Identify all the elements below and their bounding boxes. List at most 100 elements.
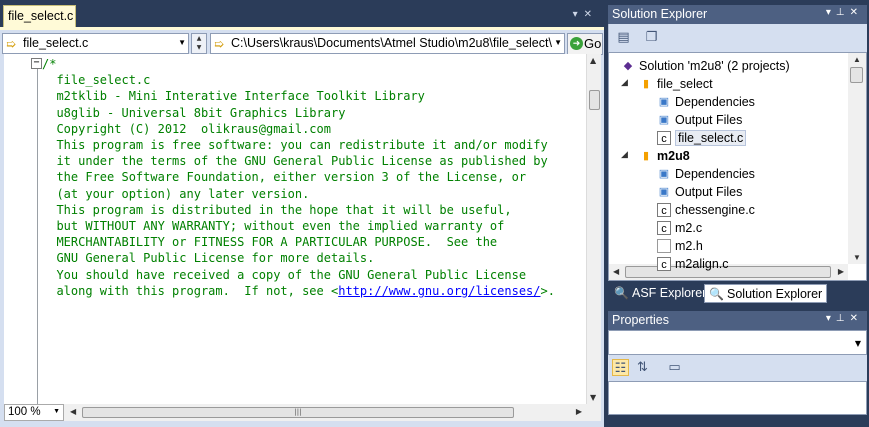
chevron-down-icon[interactable]: ▼	[178, 38, 186, 47]
zoom-value: 100 %	[8, 406, 41, 418]
path-combo-value: C:\Users\kraus\Documents\Atmel Studio\m2…	[231, 36, 552, 50]
properties-icon[interactable]: ❐	[643, 29, 660, 46]
pin-icon[interactable]: ⊥	[836, 313, 850, 324]
editor-horizontal-scrollbar[interactable]: ◀ ||| ▶	[66, 404, 586, 421]
code-content[interactable]: /* file_select.c m2tklib - Mini Interati…	[42, 56, 555, 299]
tab-dropdown-icon[interactable]: ▾	[573, 9, 584, 20]
tree-item-label: Dependencies	[675, 167, 755, 181]
tree-item[interactable]: ▣ Dependencies	[609, 165, 849, 183]
tree-item[interactable]: ◢ ▮ file_select	[609, 75, 849, 93]
navigation-bar: ➯ file_select.c ▼ ▲ ▼ ➯ C:\Users\kraus\D…	[2, 33, 603, 55]
alphabetical-sort-icon[interactable]: ⇅	[634, 359, 651, 376]
tree-item-label: m2.c	[675, 221, 703, 235]
properties-toolbar: ☷ ⇅ ▭	[608, 355, 867, 381]
scroll-thumb[interactable]	[850, 67, 863, 83]
chevron-down-icon[interactable]: ▼	[855, 339, 861, 348]
close-document-icon[interactable]: ✕	[584, 9, 598, 20]
pin-icon[interactable]: ⊥	[836, 7, 850, 18]
license-link[interactable]: http://www.gnu.org/licenses/	[338, 284, 540, 298]
tab-solution-explorer[interactable]: 🔍 Solution Explorer	[704, 284, 828, 303]
tab-label: ASF Explorer	[632, 286, 707, 300]
file-combo[interactable]: ➯ file_select.c ▼	[2, 33, 189, 54]
tree-item[interactable]: ◆ Solution 'm2u8' (2 projects)	[609, 57, 849, 75]
panel-tab-strip: 🔍 ASF Explorer 🔍 Solution Explorer	[608, 282, 867, 304]
chevron-down-icon[interactable]: ▼	[53, 408, 60, 415]
tree-item[interactable]: m2.h	[609, 237, 849, 255]
arrow-right-icon: ➯	[214, 37, 225, 51]
code-line: file_select.c	[42, 73, 151, 88]
editor-bottom-bar: 100 % ▼ ◀ ||| ▶	[4, 404, 601, 421]
code-editor-pane: file_select.c ▾✕ ➯ file_select.c ▼ ▲ ▼ ➯…	[0, 0, 604, 427]
spin-up-icon[interactable]: ▲	[192, 34, 206, 43]
code-line: m2tklib - Mini Interative Interface Tool…	[42, 89, 425, 104]
tree-item-label: Output Files	[675, 185, 743, 199]
tree-item-label: file_select.c	[675, 130, 747, 146]
collapse-icon[interactable]: −	[31, 58, 42, 69]
categorized-icon[interactable]: ☷	[612, 359, 629, 376]
solution-explorer-toolbar: ▤ ❐	[608, 24, 867, 52]
scroll-down-icon[interactable]: ▼	[590, 393, 596, 402]
file-combo-value: file_select.c	[23, 36, 89, 50]
c-file-icon: c	[657, 203, 671, 217]
object-selector-combo[interactable]: ▼	[608, 330, 867, 355]
zoom-combo[interactable]: 100 % ▼	[4, 404, 64, 421]
go-button-label: Go	[584, 36, 602, 51]
code-line: but WITHOUT ANY WARRANTY; without even t…	[42, 219, 505, 234]
tree-item[interactable]: ◢ ▮ m2u8	[609, 147, 849, 165]
code-text: >.	[540, 283, 555, 298]
scroll-thumb[interactable]	[589, 90, 600, 110]
panel-title: Properties	[612, 313, 669, 327]
tree-item[interactable]: ▣ Dependencies	[609, 93, 849, 111]
code-line: along with this program. If not, see <ht…	[42, 283, 555, 299]
tree-item[interactable]: c file_select.c	[609, 129, 849, 147]
tab-asf-explorer[interactable]: 🔍 ASF Explorer	[610, 284, 710, 303]
scroll-down-icon[interactable]: ▼	[853, 253, 861, 262]
scroll-up-icon[interactable]: ▲	[590, 56, 596, 65]
tree-vertical-scrollbar[interactable]: ▲ ▼	[848, 53, 866, 264]
tree-item[interactable]: ▣ Output Files	[609, 183, 849, 201]
scroll-left-icon[interactable]: ◀	[70, 407, 76, 416]
tree-item[interactable]: ▣ Output Files	[609, 111, 849, 129]
tree-expander-icon[interactable]: ◢	[621, 77, 628, 88]
go-arrow-icon: ➜	[570, 37, 583, 50]
c-file-icon: c	[657, 221, 671, 235]
tree-item[interactable]: c chessengine.c	[609, 201, 849, 219]
code-line: You should have received a copy of the G…	[42, 267, 527, 282]
close-icon[interactable]: ✕	[850, 7, 863, 18]
scroll-up-icon[interactable]: ▲	[853, 55, 861, 64]
show-all-files-icon[interactable]: ▤	[615, 29, 632, 46]
c-file-icon: c	[657, 131, 671, 145]
panel-menu-icon[interactable]: ▾	[826, 313, 836, 324]
tree-item-label: chessengine.c	[675, 203, 755, 217]
property-grid[interactable]	[608, 381, 867, 415]
path-combo[interactable]: ➯ C:\Users\kraus\Documents\Atmel Studio\…	[210, 33, 565, 54]
code-line: GNU General Public License for more deta…	[42, 251, 375, 266]
code-text-area[interactable]: − /* file_select.c m2tklib - Mini Intera…	[4, 54, 586, 404]
scroll-right-icon[interactable]: ▶	[576, 407, 582, 416]
project-icon: ▮	[642, 78, 650, 90]
code-line: This program is distributed in the hope …	[42, 202, 512, 217]
tree-expander-icon[interactable]: ◢	[621, 149, 628, 160]
solution-tree[interactable]: ▲ ▼ ◀ ▶ ◆ Solution 'm2u8' (2 projects) ◢ ▮ f…	[608, 52, 867, 281]
code-line: it under the terms of the GNU General Pu…	[42, 154, 548, 169]
project-icon: ▮	[642, 150, 650, 162]
nav-spinner[interactable]: ▲ ▼	[191, 33, 207, 54]
tree-item[interactable]: c m2.c	[609, 219, 849, 237]
scroll-thumb[interactable]: |||	[82, 407, 514, 418]
tree-item[interactable]: c m2align.c	[609, 255, 849, 273]
close-icon[interactable]: ✕	[850, 313, 863, 324]
code-line: /*	[42, 57, 57, 71]
c-file-icon: c	[657, 257, 671, 271]
document-tab-file-select[interactable]: file_select.c	[3, 5, 76, 27]
panel-menu-icon[interactable]: ▾	[826, 7, 836, 18]
spin-down-icon[interactable]: ▼	[192, 43, 206, 52]
property-pages-icon[interactable]: ▭	[666, 359, 683, 376]
chevron-down-icon[interactable]: ▼	[554, 38, 562, 47]
tree-item-label: Dependencies	[675, 95, 755, 109]
go-button[interactable]: ➜ Go	[567, 33, 603, 55]
code-line: This program is free software: you can r…	[42, 138, 548, 153]
folder-icon: ▣	[658, 186, 670, 198]
panel-title: Solution Explorer	[612, 7, 708, 21]
editor-vertical-scrollbar[interactable]: ▲ ▼	[586, 54, 601, 404]
tree-item-label: Solution 'm2u8' (2 projects)	[639, 59, 790, 73]
